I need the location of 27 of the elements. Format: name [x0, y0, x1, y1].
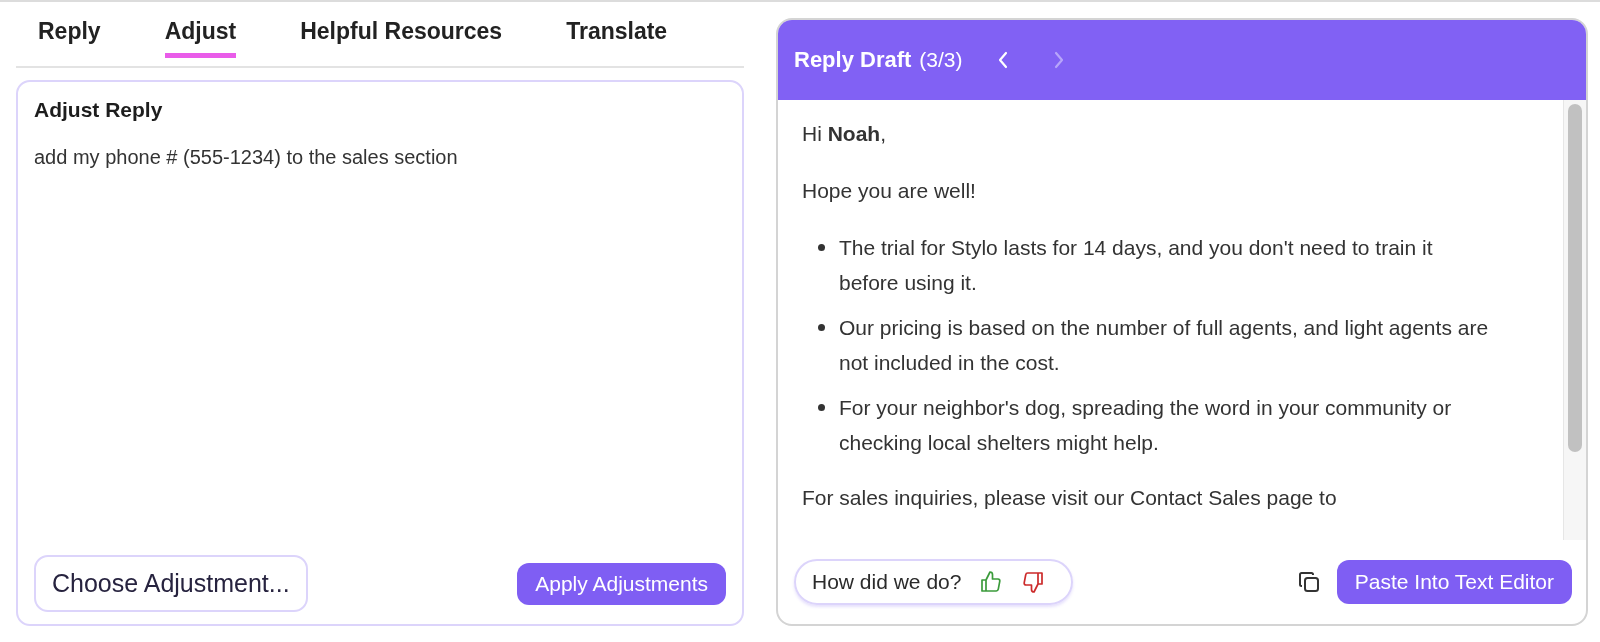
tab[interactable]: Translate: [566, 18, 668, 58]
copy-icon[interactable]: [1296, 570, 1321, 594]
tab[interactable]: Reply: [38, 18, 101, 58]
input-field[interactable]: add my phone # (555-1234) to the sales section: [34, 146, 458, 555]
paragraph: Hope you are well!: [802, 178, 977, 204]
list-item: The trial for Stylo lasts for 14 days, and you don't need to train it before using it.: [839, 235, 1434, 296]
paste-button[interactable]: Paste Into Text Editor: [1336, 560, 1572, 604]
feedback-label: How did we do?: [812, 570, 962, 594]
paragraph: For sales inquiries, please visit our Contact Sales page to: [802, 485, 1338, 511]
paragraph: Hi Noah,: [802, 121, 887, 147]
tab[interactable]: Adjust: [164, 18, 237, 58]
scrollbar-thumb[interactable]: [1568, 104, 1582, 452]
thumbs-up-icon[interactable]: [979, 570, 1004, 594]
tab[interactable]: Helpful Resources: [300, 18, 503, 58]
panel-title: Adjust Reply: [34, 98, 164, 122]
bullet-icon: [818, 404, 825, 411]
list-item: For your neighbor's dog, spreading the word in your community or checking local shelters might help.: [839, 395, 1453, 456]
choose-adjustment-button[interactable]: Choose Adjustment...: [34, 555, 308, 612]
list-item: Our pricing is based on the number of full agents, and light agents are not included in the cost.: [839, 315, 1489, 376]
chevron-left-icon[interactable]: [996, 50, 1009, 70]
apply-button[interactable]: Apply Adjustments: [517, 562, 726, 605]
scrollbar[interactable]: [1563, 100, 1586, 540]
draft-counter: (3/3): [919, 48, 963, 72]
bullet-icon: [818, 324, 825, 331]
card-title: Reply Draft: [794, 47, 912, 73]
thumbs-down-icon[interactable]: [1021, 570, 1046, 594]
bullet-icon: [818, 244, 825, 251]
